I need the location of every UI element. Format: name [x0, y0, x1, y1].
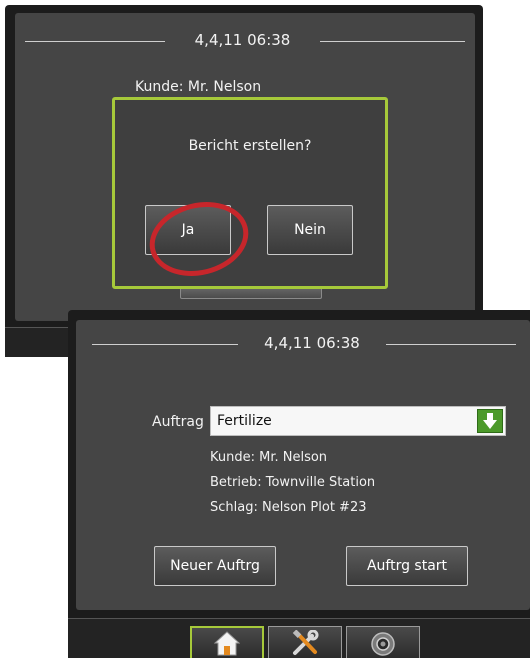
job-dropdown-value: Fertilize: [217, 413, 272, 429]
dialog-question: Bericht erstellen?: [188, 138, 312, 154]
title-divider-left: [25, 41, 165, 42]
job-screen: 4,4,11 06:38 Auftrag Fertilize Kunde: Mr…: [68, 310, 530, 658]
dropdown-button[interactable]: [477, 409, 503, 433]
job-label: Auftrag: [152, 414, 204, 430]
arrow-down-icon: [483, 413, 497, 429]
tab-camera[interactable]: [346, 626, 420, 658]
job-screen-panel: 4,4,11 06:38 Auftrag Fertilize Kunde: Mr…: [76, 320, 530, 610]
camera-icon: [371, 631, 395, 656]
title-row: 4,4,11 06:38: [15, 29, 475, 53]
customer-value: Mr. Nelson: [187, 79, 262, 95]
title-divider-left: [92, 344, 238, 345]
field-info: Schlag: Nelson Plot #23: [210, 500, 367, 515]
job-dropdown[interactable]: Fertilize: [210, 406, 506, 436]
confirm-dialog: Bericht erstellen? Ja Nein: [112, 97, 388, 289]
datetime-display: 4,4,11 06:38: [194, 31, 291, 49]
customer-label: Kunde:: [135, 79, 184, 95]
customer-info: Kunde: Mr. Nelson: [210, 450, 328, 465]
dialog-screen-panel: 4,4,11 06:38 Kunde: Mr. Nelson Bericht e…: [15, 13, 475, 321]
no-button[interactable]: Nein: [267, 205, 353, 255]
dialog-screen: 4,4,11 06:38 Kunde: Mr. Nelson Bericht e…: [5, 5, 483, 357]
tab-home[interactable]: [190, 626, 264, 658]
tab-tools[interactable]: [268, 626, 342, 658]
farm-info: Betrieb: Townville Station: [210, 475, 376, 490]
customer-line: Kunde: Mr. Nelson: [135, 79, 261, 95]
new-job-button[interactable]: Neuer Auftrg: [154, 546, 276, 586]
title-divider-right: [386, 344, 516, 345]
home-icon: [214, 631, 240, 656]
title-divider-right: [320, 41, 465, 42]
title-row: 4,4,11 06:38: [76, 332, 530, 356]
datetime-display: 4,4,11 06:38: [264, 334, 360, 352]
tools-icon: [292, 629, 319, 655]
start-job-button[interactable]: Auftrg start: [346, 546, 468, 586]
